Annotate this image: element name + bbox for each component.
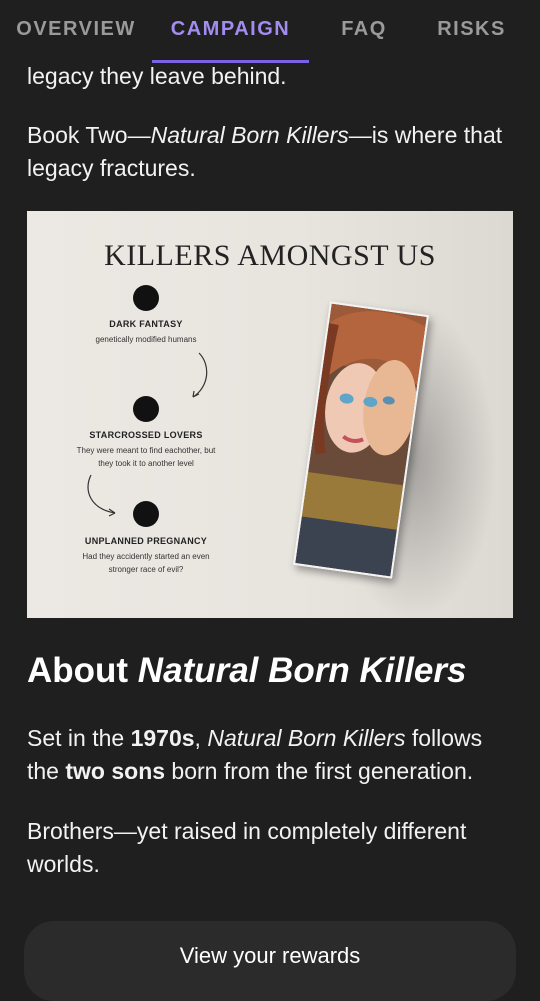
active-tab-indicator xyxy=(152,60,309,63)
view-rewards-button[interactable]: View your rewards xyxy=(24,921,516,1001)
step-desc: They were meant to find eachother, but t… xyxy=(76,446,216,468)
tab-faq[interactable]: FAQ xyxy=(309,0,419,58)
view-rewards-label: View your rewards xyxy=(179,943,361,968)
setting-text: , xyxy=(194,725,208,751)
timeline-dot xyxy=(133,285,159,311)
intro-text-tail: legacy they leave behind. xyxy=(27,63,287,89)
about-heading: About Natural Born Killers xyxy=(27,648,517,694)
image-title: KILLERS AMONGST US xyxy=(104,239,436,272)
campaign-image: KILLERS AMONGST US DARK FANTASY genetica… xyxy=(27,211,513,618)
timeline-dot xyxy=(133,396,159,422)
setting-paragraph: Set in the 1970s, Natural Born Killers f… xyxy=(27,722,517,788)
curved-arrow-icon xyxy=(192,352,208,398)
step-desc: Had they accidently started an even stro… xyxy=(82,552,210,574)
about-heading-prefix: About xyxy=(27,651,138,690)
setting-two-sons: two sons xyxy=(65,758,166,784)
book-two-paragraph: Book Two—Natural Born Killers—is where t… xyxy=(27,119,517,185)
step-title: UNPLANNED PREGNANCY xyxy=(84,536,208,546)
setting-text: Set in the xyxy=(27,725,131,751)
about-heading-title: Natural Born Killers xyxy=(137,651,467,690)
step-title: DARK FANTASY xyxy=(109,319,183,329)
tab-bar: OVERVIEW CAMPAIGN FAQ RISKS xyxy=(0,0,540,64)
curved-arrow-icon xyxy=(87,474,116,517)
setting-text: born from the first generation. xyxy=(165,758,474,784)
timeline-dot xyxy=(133,501,159,527)
setting-decade: 1970s xyxy=(130,725,195,751)
brothers-paragraph: Brothers—yet raised in completely differ… xyxy=(27,818,467,877)
step-title: STARCROSSED LOVERS xyxy=(89,430,203,440)
book-two-prefix: Book Two— xyxy=(27,122,151,148)
tab-overview[interactable]: OVERVIEW xyxy=(0,0,152,58)
tab-risks[interactable]: RISKS xyxy=(419,0,524,58)
setting-book-title: Natural Born Killers xyxy=(207,725,406,751)
tab-campaign[interactable]: CAMPAIGN xyxy=(152,0,309,58)
step-desc: genetically modified humans xyxy=(95,335,197,344)
book-two-title: Natural Born Killers xyxy=(150,122,349,148)
